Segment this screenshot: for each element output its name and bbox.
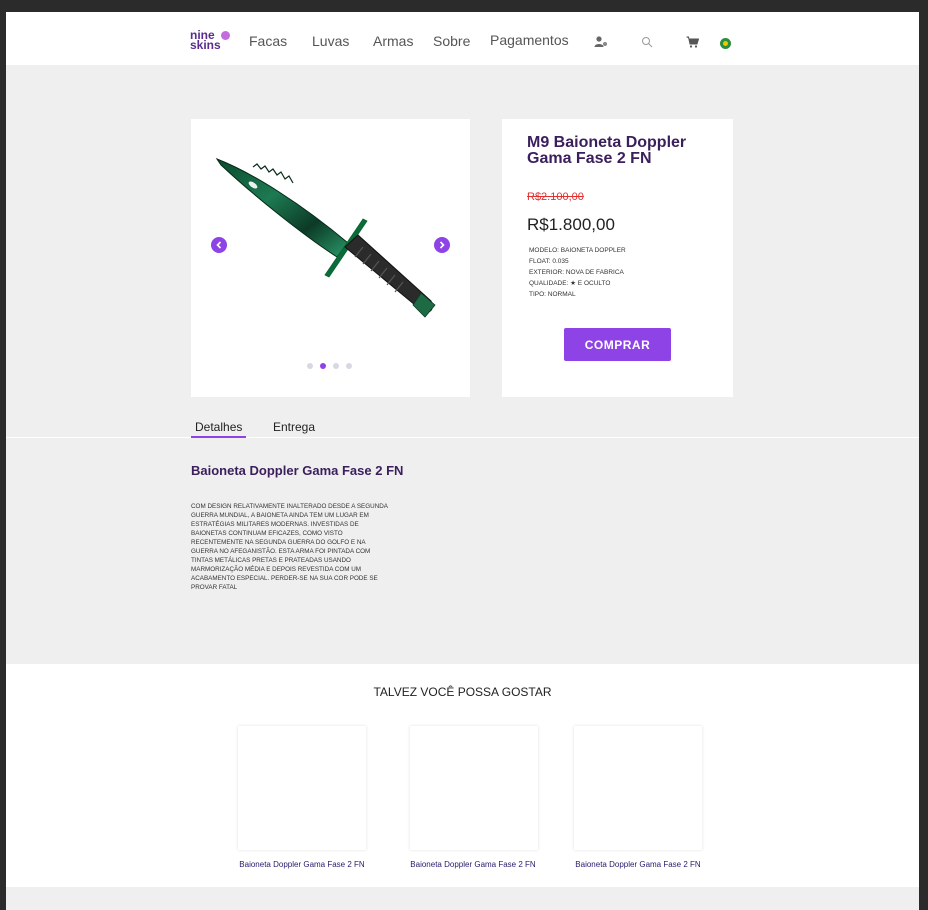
spec-type: TIPO: NORMAL <box>529 291 576 298</box>
spec-quality: QUALIDADE: ★ E OCULTO <box>529 280 611 287</box>
logo-dot-icon <box>221 31 230 40</box>
recommendation-label[interactable]: Baioneta Doppler Gama Fase 2 FN <box>388 860 558 869</box>
carousel-dots <box>307 363 352 369</box>
nav-item-luvas[interactable]: Luvas <box>312 33 349 49</box>
product-specs: MODELO: BAIONETA DOPPLER FLOAT: 0.035 EX… <box>529 245 626 300</box>
recommendation-label[interactable]: Baioneta Doppler Gama Fase 2 FN <box>217 860 387 869</box>
spec-exterior: EXTERIOR: NOVA DE FABRICA <box>529 269 624 276</box>
recommendations-title: TALVEZ VOCÊ POSSA GOSTAR <box>373 685 552 699</box>
brazil-flag-icon[interactable] <box>720 38 731 49</box>
nav-item-armas[interactable]: Armas <box>373 33 413 49</box>
tabs-divider <box>6 437 919 438</box>
tab-active-indicator <box>191 436 246 438</box>
logo[interactable]: nine skins <box>190 29 234 56</box>
search-icon[interactable] <box>639 34 655 50</box>
cart-icon[interactable] <box>684 34 700 50</box>
product-image-card <box>191 119 470 397</box>
logo-line-2: skins <box>190 38 221 52</box>
details-text: COM DESIGN RELATIVAMENTE INALTERADO DESD… <box>191 503 388 591</box>
page: nine skins Facas Luvas Armas Sobre Pagam… <box>6 12 919 910</box>
product-info-card: M9 Baioneta Doppler Gama Fase 2 FN R$2.1… <box>502 119 733 397</box>
carousel-dot[interactable] <box>346 363 352 369</box>
recommendation-card[interactable] <box>410 726 538 850</box>
old-price: R$2.100,00 <box>527 191 584 203</box>
details-title: Baioneta Doppler Gama Fase 2 FN <box>191 463 404 478</box>
tab-entrega[interactable]: Entrega <box>273 420 315 434</box>
header: nine skins Facas Luvas Armas Sobre Pagam… <box>6 12 919 65</box>
product-title: M9 Baioneta Doppler Gama Fase 2 FN <box>527 134 687 167</box>
nav-item-pagamentos[interactable]: Pagamentos <box>490 32 569 48</box>
spec-float: FLOAT: 0.035 <box>529 258 569 265</box>
recommendation-card[interactable] <box>574 726 702 850</box>
spec-model: MODELO: BAIONETA DOPPLER <box>529 247 626 254</box>
carousel-dot[interactable] <box>333 363 339 369</box>
carousel-dot[interactable] <box>320 363 326 369</box>
buy-button[interactable]: COMPRAR <box>564 328 671 361</box>
user-icon[interactable] <box>593 34 609 50</box>
tab-detalhes[interactable]: Detalhes <box>195 420 242 434</box>
recommendations-section: TALVEZ VOCÊ POSSA GOSTAR Baioneta Dopple… <box>6 664 919 887</box>
knife-image <box>215 157 436 318</box>
price: R$1.800,00 <box>527 215 615 234</box>
nav-item-sobre[interactable]: Sobre <box>433 33 470 49</box>
carousel-next-button[interactable] <box>434 237 450 253</box>
carousel-prev-button[interactable] <box>211 237 227 253</box>
recommendation-label[interactable]: Baioneta Doppler Gama Fase 2 FN <box>553 860 723 869</box>
nav-item-facas[interactable]: Facas <box>249 33 287 49</box>
recommendation-card[interactable] <box>238 726 366 850</box>
carousel-dot[interactable] <box>307 363 313 369</box>
